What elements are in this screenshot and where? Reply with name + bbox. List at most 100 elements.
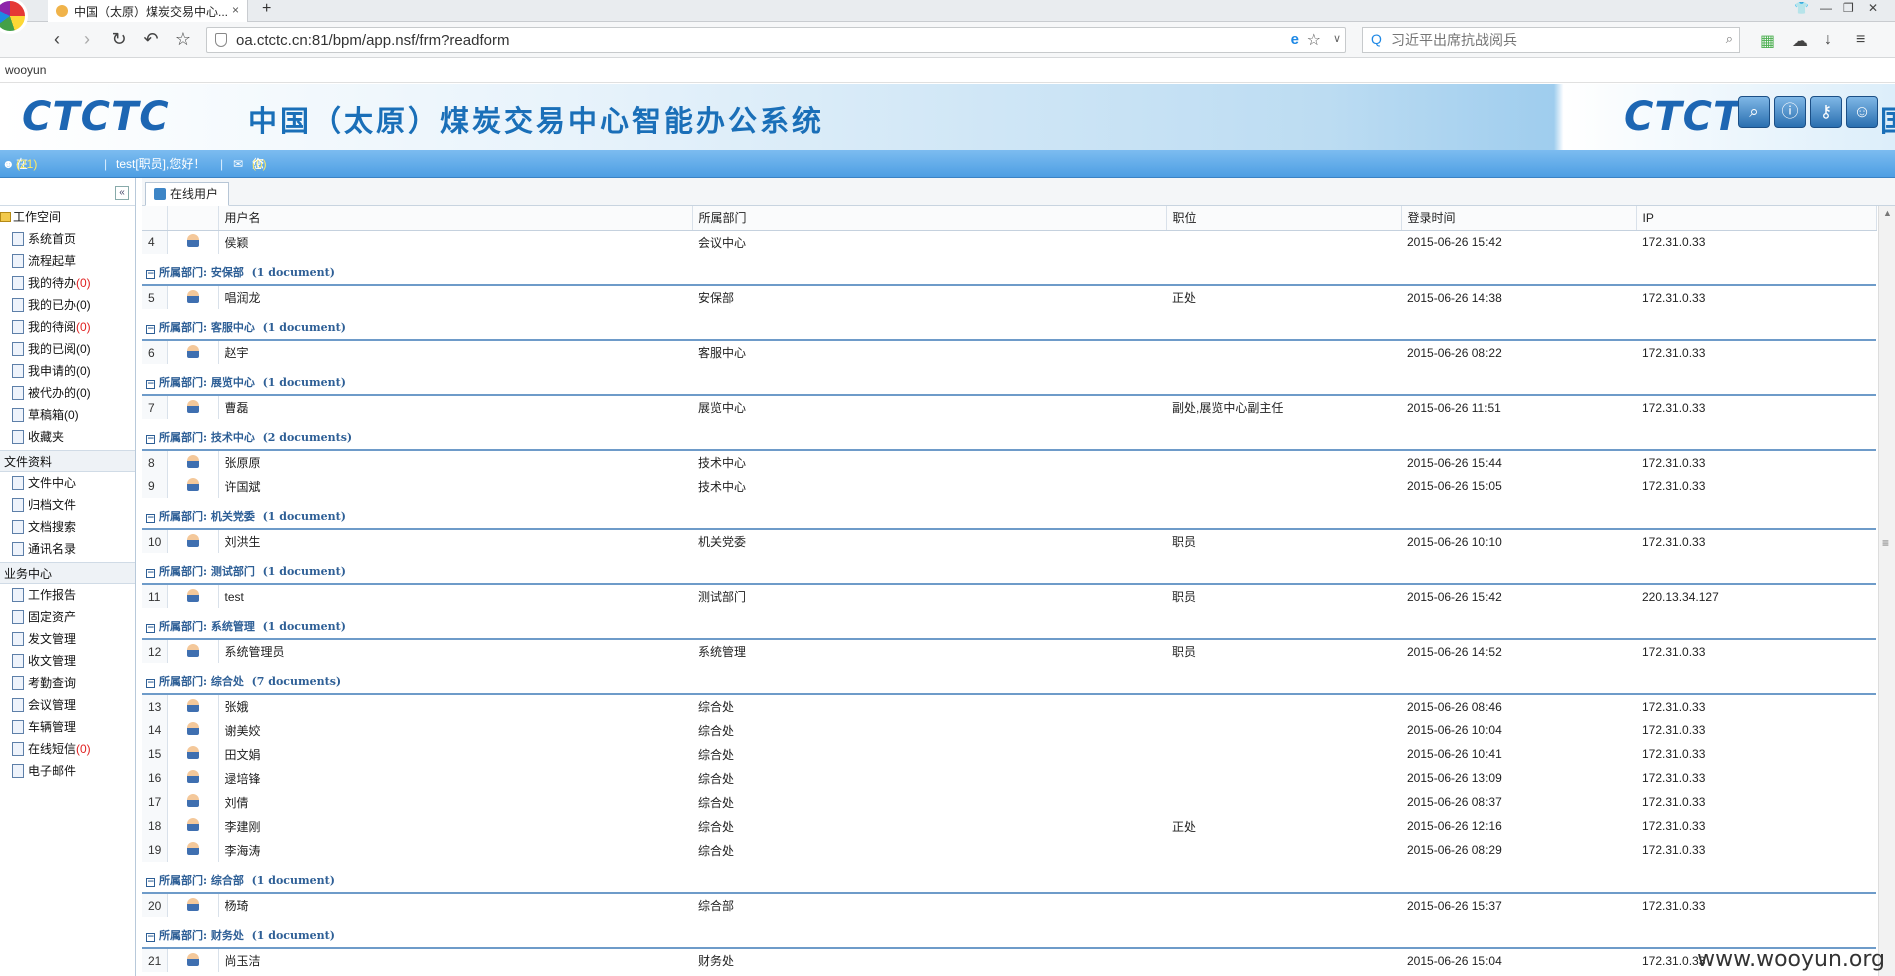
sidebar-item[interactable]: 我的待阅(0)	[0, 316, 135, 338]
new-tab-button[interactable]: +	[262, 0, 271, 18]
restore-icon[interactable]: ❐	[1843, 1, 1854, 15]
chevron-down-icon[interactable]: ∨	[1333, 32, 1341, 45]
sidebar-item[interactable]: 发文管理	[0, 628, 135, 650]
sidebar-item[interactable]: 我的已阅(0)	[0, 338, 135, 360]
category-cell[interactable]: − 所属部门: 安保部 (1 document)	[142, 254, 1876, 286]
cell-username[interactable]: 杨琦	[218, 893, 692, 917]
col-position[interactable]: 职位	[1166, 206, 1402, 231]
favorite-star-icon[interactable]: ☆	[172, 28, 194, 50]
apps-grid-icon[interactable]: ▦	[1760, 31, 1775, 51]
menu-icon[interactable]: ≡	[1856, 31, 1865, 49]
sidebar-item[interactable]: 文档搜索	[0, 516, 135, 538]
sidebar-item[interactable]: 草稿箱(0)	[0, 404, 135, 426]
table-row[interactable]: 20 杨琦 综合部 2015-06-26 15:37 172.31.0.33	[142, 893, 1876, 917]
sidebar-item[interactable]: 电子邮件	[0, 760, 135, 782]
sidebar-item[interactable]: 在线短信(0)	[0, 738, 135, 760]
cell-username[interactable]: 田文娟	[218, 742, 692, 766]
table-row[interactable]: 4 侯颖 会议中心 2015-06-26 15:42 172.31.0.33	[142, 230, 1876, 254]
category-cell[interactable]: − 所属部门: 测试部门 (1 document)	[142, 553, 1876, 585]
col-ip[interactable]: IP	[1636, 206, 1877, 231]
category-row[interactable]: − 所属部门: 安保部 (1 document)	[142, 254, 1876, 286]
category-cell[interactable]: − 所属部门: 机关党委 (1 document)	[142, 498, 1876, 530]
collapse-toggle-icon[interactable]: −	[146, 933, 155, 942]
key-icon[interactable]: ⚷	[1810, 96, 1842, 128]
back-icon[interactable]: ‹	[46, 28, 68, 50]
cloud-icon[interactable]: ☁	[1792, 31, 1808, 51]
table-row[interactable]: 8 张原原 技术中心 2015-06-26 15:44 172.31.0.33	[142, 450, 1876, 474]
col-department[interactable]: 所属部门	[692, 206, 1167, 231]
sidebar-item[interactable]: 归档文件	[0, 494, 135, 516]
scroll-up-icon[interactable]: ▲	[1883, 208, 1892, 218]
sidebar-section-business[interactable]: 业务中心	[0, 562, 135, 584]
sidebar-item[interactable]: 我的待办(0)	[0, 272, 135, 294]
category-row[interactable]: − 所属部门: 机关党委 (1 document)	[142, 498, 1876, 530]
category-row[interactable]: − 所属部门: 综合处 (7 documents)	[142, 663, 1876, 695]
table-row[interactable]: 7 曹磊 展览中心 副处,展览中心副主任 2015-06-26 11:51 172.31.…	[142, 395, 1876, 419]
search-icon[interactable]: ⌕	[1726, 31, 1733, 47]
cell-username[interactable]: 曹磊	[218, 395, 692, 419]
table-row[interactable]: 14 谢美姣 综合处 2015-06-26 10:04 172.31.0.33	[142, 718, 1876, 742]
collapse-toggle-icon[interactable]: −	[146, 380, 155, 389]
sidebar-item[interactable]: 我的已办(0)	[0, 294, 135, 316]
sidebar-item[interactable]: 会议管理	[0, 694, 135, 716]
collapse-toggle-icon[interactable]: −	[146, 569, 155, 578]
table-row[interactable]: 18 李建刚 综合处 正处 2015-06-26 12:16 172.31.0.33	[142, 814, 1876, 838]
collapse-toggle-icon[interactable]: −	[146, 514, 155, 523]
table-row[interactable]: 19 李海涛 综合处 2015-06-26 08:29 172.31.0.33	[142, 838, 1876, 862]
cell-username[interactable]: test	[218, 584, 692, 608]
sidebar-item[interactable]: 收藏夹	[0, 426, 135, 448]
table-row[interactable]: 11 test 测试部门 职员 2015-06-26 15:42 220.13.34.12…	[142, 584, 1876, 608]
collapse-toggle-icon[interactable]: −	[146, 878, 155, 887]
sidebar-item[interactable]: 系统首页	[0, 228, 135, 250]
tab-close-icon[interactable]: ×	[232, 3, 239, 17]
sidebar-item[interactable]: 通讯名录	[0, 538, 135, 560]
table-row[interactable]: 10 刘洪生 机关党委 职员 2015-06-26 10:10 172.31.0.33	[142, 529, 1876, 553]
category-row[interactable]: − 所属部门: 综合部 (1 document)	[142, 862, 1876, 894]
table-row[interactable]: 5 唱润龙 安保部 正处 2015-06-26 14:38 172.31.0.33	[142, 285, 1876, 309]
collapse-toggle-icon[interactable]: −	[146, 325, 155, 334]
address-bar[interactable]: oa.ctctc.cn:81/bpm/app.nsf/frm?readform …	[206, 27, 1346, 53]
cell-username[interactable]: 尚玉洁	[218, 948, 692, 972]
category-row[interactable]: − 所属部门: 客服中心 (1 document)	[142, 309, 1876, 341]
cell-username[interactable]: 侯颖	[218, 230, 692, 254]
vertical-scrollbar[interactable]: ▲ ≡	[1878, 206, 1895, 976]
sidebar-section-workspace[interactable]: 工作空间	[0, 206, 135, 228]
sidebar-item[interactable]: 考勤查询	[0, 672, 135, 694]
cell-username[interactable]: 谢美姣	[218, 718, 692, 742]
url-text[interactable]: oa.ctctc.cn:81/bpm/app.nsf/frm?readform	[236, 32, 509, 49]
table-row[interactable]: 15 田文娟 综合处 2015-06-26 10:41 172.31.0.33	[142, 742, 1876, 766]
sidebar-item[interactable]: 收文管理	[0, 650, 135, 672]
search-user-icon[interactable]: ⌕	[1738, 96, 1770, 128]
sidebar-item[interactable]: 文件中心	[0, 472, 135, 494]
cell-username[interactable]: 逯培锋	[218, 766, 692, 790]
col-login-time[interactable]: 登录时间	[1401, 206, 1637, 231]
undo-icon[interactable]: ↶	[140, 28, 162, 50]
cell-username[interactable]: 唱润龙	[218, 285, 692, 309]
browser-tab[interactable]: 中国（太原）煤炭交易中心... ×	[48, 0, 248, 22]
category-cell[interactable]: − 所属部门: 财务处 (1 document)	[142, 917, 1876, 949]
cell-username[interactable]: 李海涛	[218, 838, 692, 862]
table-row[interactable]: 6 赵宇 客服中心 2015-06-26 08:22 172.31.0.33	[142, 340, 1876, 364]
scroll-thumb[interactable]: ≡	[1882, 536, 1892, 550]
cell-username[interactable]: 刘倩	[218, 790, 692, 814]
col-username[interactable]: 用户名	[218, 206, 693, 231]
category-row[interactable]: − 所属部门: 测试部门 (1 document)	[142, 553, 1876, 585]
collapse-toggle-icon[interactable]: −	[146, 679, 155, 688]
search-box[interactable]: Q ⌕	[1362, 27, 1740, 53]
sidebar-item[interactable]: 流程起草	[0, 250, 135, 272]
category-row[interactable]: − 所属部门: 系统管理 (1 document)	[142, 608, 1876, 640]
category-cell[interactable]: − 所属部门: 技术中心 (2 documents)	[142, 419, 1876, 451]
table-row[interactable]: 21 尚玉洁 财务处 2015-06-26 15:04 172.31.0.33	[142, 948, 1876, 972]
collapse-toggle-icon[interactable]: −	[146, 435, 155, 444]
sidebar-section-docs[interactable]: 文件资料	[0, 450, 135, 472]
table-row[interactable]: 17 刘倩 综合处 2015-06-26 08:37 172.31.0.33	[142, 790, 1876, 814]
reload-icon[interactable]: ↻	[108, 28, 130, 50]
table-row[interactable]: 16 逯培锋 综合处 2015-06-26 13:09 172.31.0.33	[142, 766, 1876, 790]
cell-username[interactable]: 张娥	[218, 694, 692, 718]
cell-username[interactable]: 系统管理员	[218, 639, 692, 663]
close-window-icon[interactable]: ✕	[1868, 1, 1878, 15]
table-row[interactable]: 9 许国斌 技术中心 2015-06-26 15:05 172.31.0.33	[142, 474, 1876, 498]
sidebar-item[interactable]: 车辆管理	[0, 716, 135, 738]
collapse-sidebar-icon[interactable]: «	[115, 186, 129, 200]
user-logout-icon[interactable]: ☺	[1846, 96, 1878, 128]
